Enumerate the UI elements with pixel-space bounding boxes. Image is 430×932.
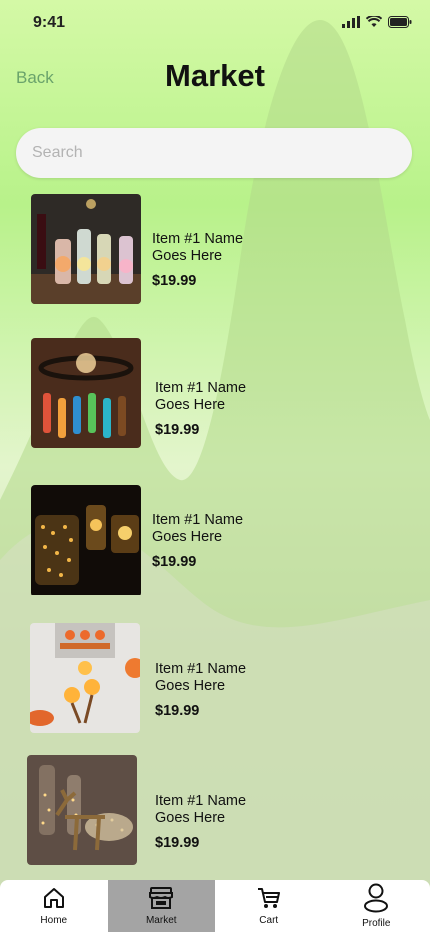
list-item[interactable]: Item #1 Name Goes Here $19.99	[31, 485, 281, 597]
item-name: Item #1 Name Goes Here	[152, 231, 244, 264]
profile-icon	[364, 883, 389, 913]
list-item[interactable]: Item #1 Name Goes Here $19.99	[31, 338, 281, 448]
tab-market[interactable]: Market	[107, 880, 215, 932]
item-name: Item #1 Name Goes Here	[152, 512, 244, 545]
status-time: 9:41	[33, 14, 66, 31]
tab-label: Market	[145, 915, 177, 926]
tab-label: Profile	[362, 918, 391, 929]
page-title: Market	[165, 58, 265, 93]
bottom-tab-bar: Home Market Cart Profile	[0, 880, 430, 932]
wifi-icon	[366, 16, 382, 27]
home-icon	[43, 888, 64, 908]
item-name: Item #1 Name Goes Here	[155, 380, 247, 413]
tab-profile[interactable]: Profile	[323, 880, 430, 932]
tulip-lamps-image	[30, 623, 140, 733]
bottle-chandelier-image	[31, 338, 141, 448]
battery-icon	[388, 16, 412, 28]
tin-can-lanterns-image	[31, 485, 141, 597]
search-input[interactable]	[16, 128, 412, 178]
cart-icon	[257, 888, 280, 908]
signal-icon	[342, 16, 360, 28]
list-item[interactable]: Item #1 Name Goes Here $19.99	[27, 755, 277, 865]
tab-home[interactable]: Home	[0, 880, 108, 932]
tab-label: Home	[40, 915, 68, 926]
item-name: Item #1 Name Goes Here	[155, 661, 247, 694]
item-price: $19.99	[155, 422, 200, 438]
item-price: $19.99	[155, 703, 200, 719]
bottle-lights-image	[31, 194, 141, 304]
status-bar: 9:41	[0, 0, 430, 44]
item-price: $19.99	[152, 273, 197, 289]
item-price: $19.99	[152, 554, 197, 570]
reindeer-bottle-lights-image	[27, 755, 137, 865]
list-item[interactable]: Item #1 Name Goes Here $19.99	[31, 194, 281, 304]
store-icon	[149, 887, 174, 909]
list-item[interactable]: Item #1 Name Goes Here $19.99	[30, 623, 280, 733]
tab-label: Cart	[259, 915, 279, 926]
item-name: Item #1 Name Goes Here	[155, 793, 247, 826]
item-price: $19.99	[155, 835, 200, 851]
tab-cart[interactable]: Cart	[215, 880, 323, 932]
